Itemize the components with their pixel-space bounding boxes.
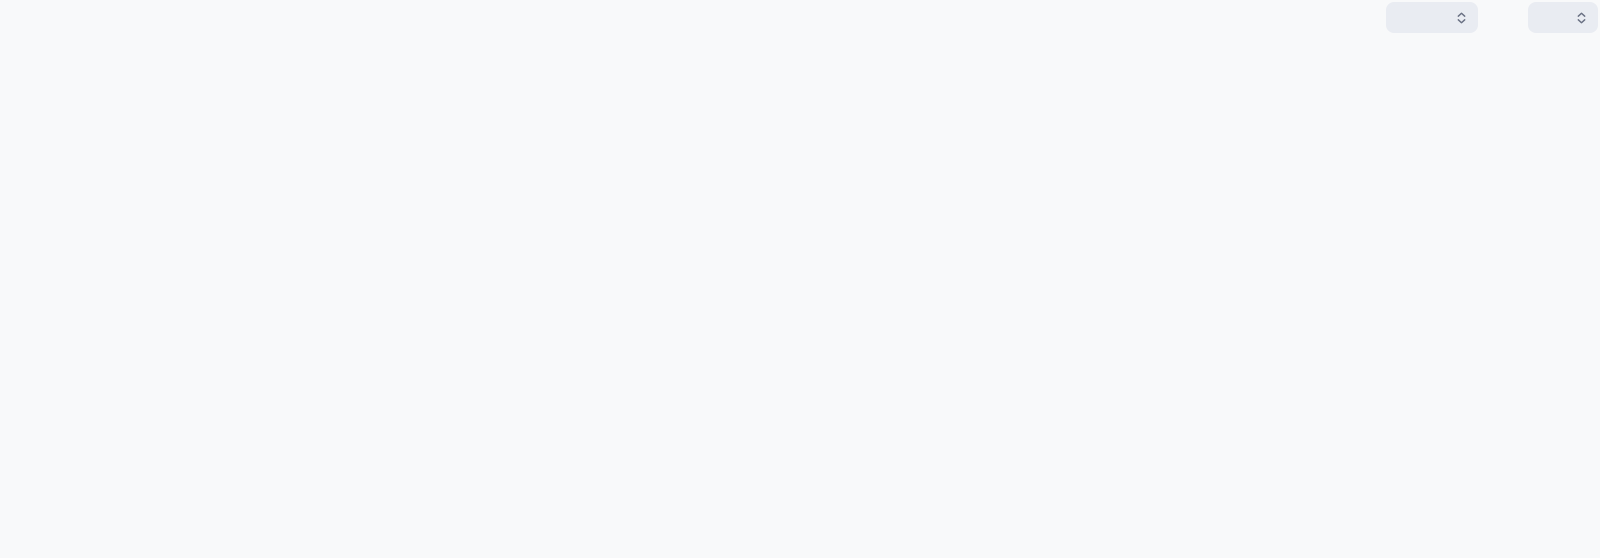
- legend-item-btc-price[interactable]: [769, 60, 787, 71]
- interval-selector[interactable]: [1386, 2, 1478, 33]
- up-down-chevron-icon: [1577, 12, 1586, 23]
- chart-legend: [0, 60, 1600, 71]
- legend-item-open-interest[interactable]: [813, 60, 831, 71]
- currency-selector[interactable]: [1528, 2, 1598, 33]
- btc-price-swatch-icon: [769, 60, 780, 71]
- up-down-chevron-icon: [1457, 12, 1466, 23]
- oi-price-chart[interactable]: [0, 0, 1600, 558]
- open-interest-swatch-icon: [813, 60, 824, 71]
